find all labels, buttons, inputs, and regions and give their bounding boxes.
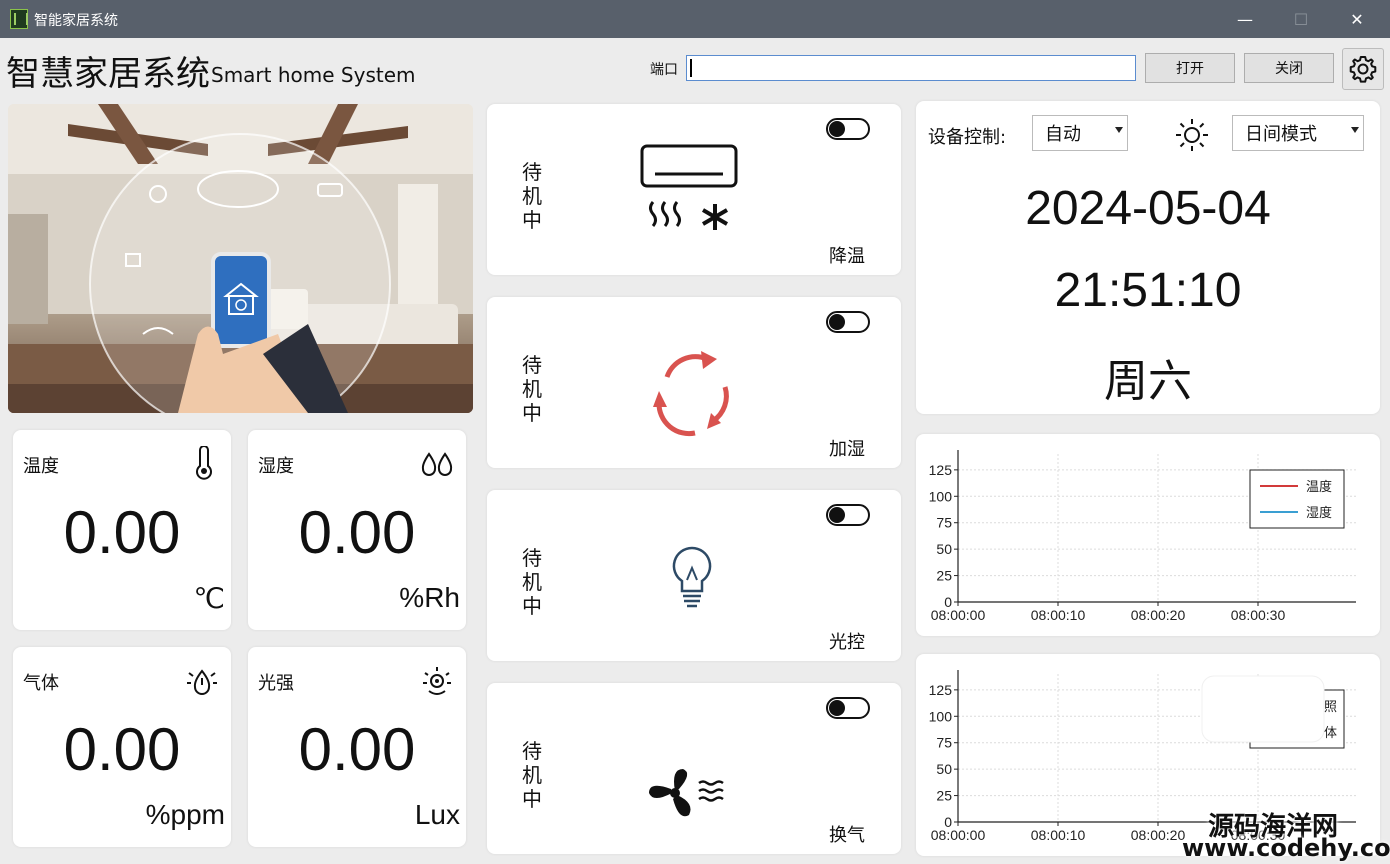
x-tick-label: 08:00:00	[931, 607, 986, 623]
device-status: 待 机 中	[522, 160, 542, 232]
y-tick-label: 100	[929, 708, 953, 724]
air-conditioner-icon	[640, 144, 738, 230]
sun-mode-icon	[1176, 119, 1208, 151]
y-tick-label: 25	[936, 568, 952, 584]
humidity-card: 湿度 0.00 %Rh	[248, 430, 466, 630]
y-tick-label: 75	[936, 735, 952, 751]
temp-humidity-chart-card: 0 25 50 75 100 125 08:00:00 08:00:10 08:00:20 08:…	[916, 434, 1380, 636]
sensor-value: 0.00	[298, 716, 416, 783]
text-caret	[690, 59, 692, 77]
maximize-button[interactable]: ☐	[1278, 4, 1324, 34]
device-name: 降温	[829, 246, 865, 267]
page-title: 智慧家居系统	[6, 54, 210, 94]
device-control-label: 设备控制:	[928, 127, 1007, 148]
fan-icon	[649, 769, 724, 817]
y-tick-label: 50	[936, 761, 952, 777]
sensor-unit: %ppm	[145, 799, 225, 830]
y-tick-label: 100	[929, 488, 953, 504]
light-control-toggle[interactable]	[826, 504, 870, 526]
app-logo-icon	[10, 9, 28, 29]
overlay-bubble	[1201, 675, 1325, 743]
water-drops-icon	[421, 452, 453, 476]
y-tick-label: 125	[929, 682, 953, 698]
mode-select[interactable]: 自动	[1032, 115, 1128, 151]
gear-icon	[1349, 56, 1377, 83]
temperature-card: 温度 0.00 ℃	[13, 430, 231, 630]
x-tick-label: 08:00:20	[1131, 827, 1186, 843]
watermark-url: www.codehy.com	[1182, 834, 1390, 862]
device-name: 光控	[829, 632, 865, 653]
device-name: 换气	[829, 825, 865, 846]
x-tick-label: 08:00:30	[1231, 607, 1286, 623]
close-window-button[interactable]: ✕	[1334, 4, 1380, 34]
sensor-label: 光强	[258, 673, 294, 694]
light-bulb-icon	[672, 546, 712, 608]
legend-label: 体	[1324, 726, 1337, 741]
x-tick-label: 08:00:20	[1131, 607, 1186, 623]
x-tick-label: 08:00:10	[1031, 607, 1086, 623]
y-tick-label: 25	[936, 788, 952, 804]
device-status: 待 机 中	[522, 353, 542, 425]
device-control-card: 设备控制: 自动 日间模式 2024-05-04 21:51:10 周六	[916, 101, 1380, 414]
day-mode-select[interactable]: 日间模式	[1232, 115, 1364, 151]
window-titlebar: 智能家居系统 — ☐ ✕	[0, 0, 1390, 38]
chart-legend: 照体	[1201, 675, 1345, 749]
open-port-button[interactable]: 打开	[1145, 53, 1235, 83]
chart-legend: 温度湿度	[1249, 469, 1345, 529]
sun-icon	[423, 667, 451, 695]
chevron-down-icon	[1115, 127, 1123, 133]
humidify-toggle[interactable]	[826, 311, 870, 333]
gas-card: 气体 0.00 %ppm	[13, 647, 231, 847]
sensor-unit: %Rh	[399, 582, 460, 613]
current-date: 2024-05-04	[1025, 182, 1271, 235]
y-tick-label: 50	[936, 541, 952, 557]
ventilation-toggle[interactable]	[826, 697, 870, 719]
legend-label: 照	[1324, 700, 1337, 715]
y-tick-label: 75	[936, 515, 952, 531]
ventilation-device-card: 待 机 中 换气	[487, 683, 901, 854]
device-name: 加湿	[829, 439, 865, 460]
y-tick-label: 125	[929, 462, 953, 478]
sensor-label: 温度	[23, 456, 59, 477]
settings-button[interactable]	[1342, 48, 1384, 90]
device-status: 待 机 中	[522, 546, 542, 618]
window-title: 智能家居系统	[34, 13, 118, 29]
x-tick-label: 08:00:00	[931, 827, 986, 843]
temp-humidity-chart: 025507510012508:00:00 08:00:10 08:00:20 08:…	[929, 450, 1356, 623]
page-subtitle: Smart home System	[211, 63, 416, 87]
light-intensity-card: 光强 0.00 Lux	[248, 647, 466, 847]
close-port-button[interactable]: 关闭	[1244, 53, 1334, 83]
humidify-device-card: 待 机 中 加湿	[487, 297, 901, 468]
light-control-device-card: 待 机 中 光控	[487, 490, 901, 661]
thermometer-icon	[196, 446, 212, 480]
chevron-down-icon	[1351, 127, 1359, 133]
x-tick-label: 08:00:10	[1031, 827, 1086, 843]
minimize-button[interactable]: —	[1222, 4, 1268, 34]
sensor-value: 0.00	[298, 499, 416, 566]
sensor-value: 0.00	[63, 716, 181, 783]
sensor-value: 0.00	[63, 499, 181, 566]
gas-drop-icon	[187, 669, 217, 695]
legend-label: 温度	[1306, 479, 1332, 495]
sensor-unit: ℃	[193, 583, 225, 614]
sensor-label: 湿度	[258, 456, 294, 477]
device-status: 待 机 中	[522, 739, 542, 811]
sensor-label: 气体	[23, 673, 59, 694]
legend-label: 湿度	[1306, 505, 1332, 521]
smart-home-photo	[8, 104, 473, 413]
cooling-toggle[interactable]	[826, 118, 870, 140]
port-label: 端口	[650, 62, 678, 78]
current-weekday: 周六	[1104, 356, 1192, 407]
recycle-arrows-icon	[653, 351, 729, 437]
sensor-unit: Lux	[414, 799, 460, 830]
port-input[interactable]	[686, 55, 1136, 81]
cooling-device-card: 待 机 中 降温	[487, 104, 901, 275]
current-time: 21:51:10	[1054, 264, 1242, 317]
